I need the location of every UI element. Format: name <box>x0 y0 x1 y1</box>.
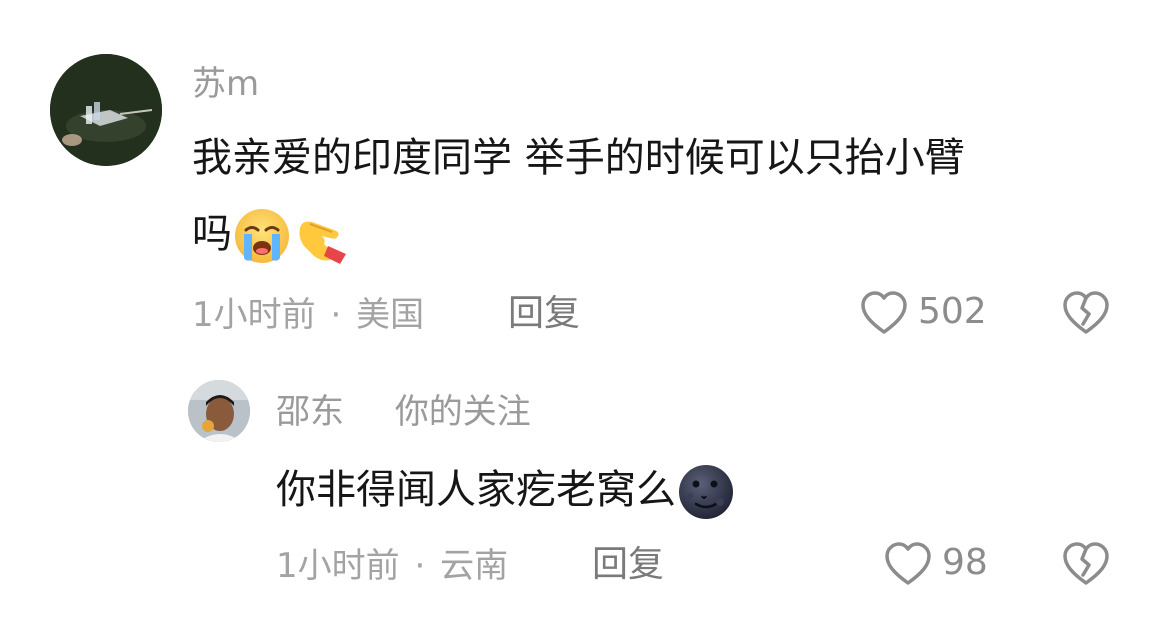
avatar-photo <box>50 54 162 166</box>
heart-outline-icon <box>884 541 932 587</box>
broken-heart-icon <box>1062 290 1110 336</box>
comment-author[interactable]: 苏m <box>192 64 259 104</box>
meta-separator: · <box>330 295 342 335</box>
comment-text-line2: 吗 <box>192 211 232 257</box>
heart-outline-icon <box>860 290 908 336</box>
meta-separator: · <box>414 546 426 586</box>
broken-heart-icon <box>1062 541 1110 587</box>
crying-face-emoji <box>232 206 292 266</box>
following-tag: 你的关注 <box>394 392 531 432</box>
comment-text: 你非得闻人家疙老窝么 <box>276 467 676 513</box>
new-moon-face-emoji <box>676 462 736 522</box>
reply-button[interactable]: 回复 <box>508 294 580 334</box>
dislike-button[interactable] <box>1062 541 1110 587</box>
avatar[interactable] <box>50 54 162 166</box>
comment-time: 1小时前 <box>192 295 316 335</box>
comment-time: 1小时前 <box>276 546 400 586</box>
comment-location: 云南 <box>440 546 509 586</box>
reply-button[interactable]: 回复 <box>592 545 664 585</box>
backhand-index-pointing-right-emoji <box>292 206 352 266</box>
avatar[interactable] <box>188 380 250 442</box>
comment-author[interactable]: 邵东 <box>276 392 344 432</box>
comment-text-line1: 我亲爱的印度同学 举手的时候可以只抬小臂 <box>192 135 965 181</box>
avatar-photo <box>188 380 250 442</box>
like-count: 502 <box>918 291 987 332</box>
comment-location: 美国 <box>356 295 425 335</box>
like-count: 98 <box>942 542 988 583</box>
dislike-button[interactable] <box>1062 290 1110 336</box>
